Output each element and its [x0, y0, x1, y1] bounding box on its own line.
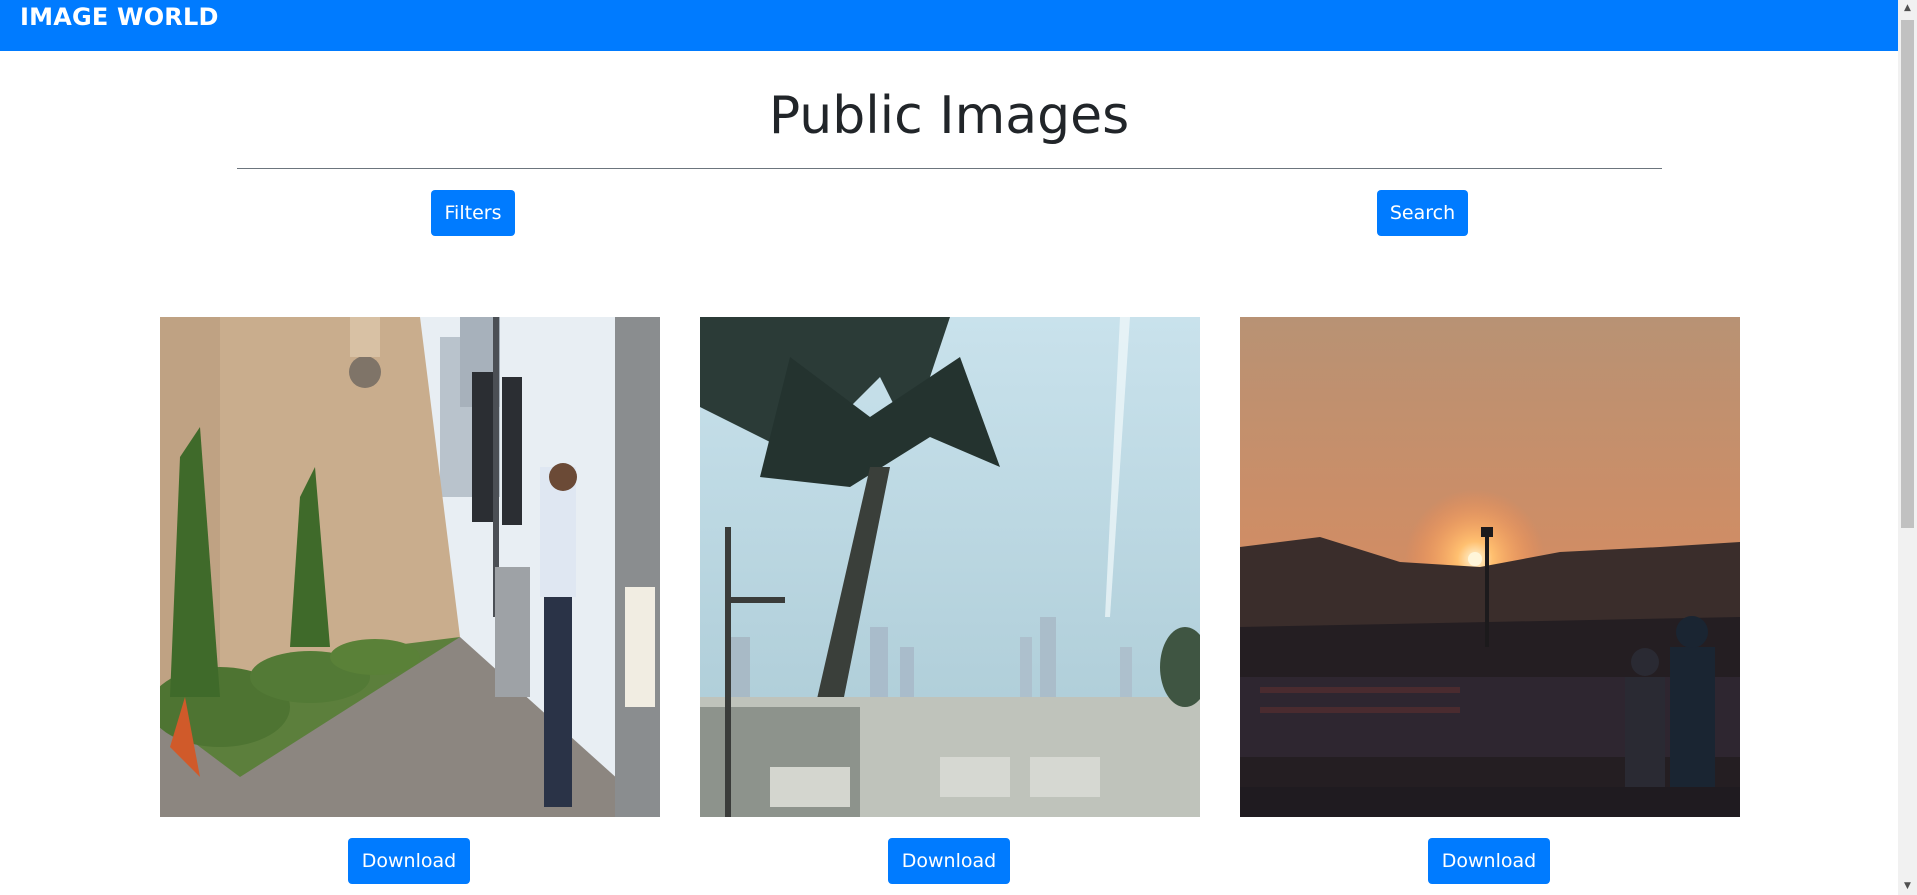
- page-title: Public Images: [768, 86, 1130, 146]
- download-button[interactable]: Download: [348, 838, 470, 884]
- filters-button[interactable]: Filters: [431, 190, 515, 236]
- scrollbar-thumb[interactable]: [1901, 20, 1914, 528]
- title-divider: [237, 168, 1662, 169]
- top-navbar: IMAGE WORLD: [0, 0, 1898, 51]
- download-button[interactable]: Download: [888, 838, 1010, 884]
- search-button[interactable]: Search: [1377, 190, 1468, 236]
- download-button[interactable]: Download: [1428, 838, 1550, 884]
- gallery-photo-desert-sunset: [1240, 317, 1740, 817]
- gallery-photo-mall-sidewalk: [160, 317, 660, 817]
- gallery-image-3[interactable]: [1240, 317, 1740, 817]
- gallery-image-1[interactable]: [160, 317, 660, 817]
- vertical-scrollbar[interactable]: ▲ ▼: [1898, 0, 1917, 895]
- gallery-image-2[interactable]: [700, 317, 1200, 817]
- scroll-down-icon[interactable]: ▼: [1898, 878, 1917, 895]
- gallery-photo-palm-tree: [700, 317, 1200, 817]
- scroll-up-icon[interactable]: ▲: [1898, 0, 1917, 17]
- brand-logo[interactable]: IMAGE WORLD: [20, 3, 219, 31]
